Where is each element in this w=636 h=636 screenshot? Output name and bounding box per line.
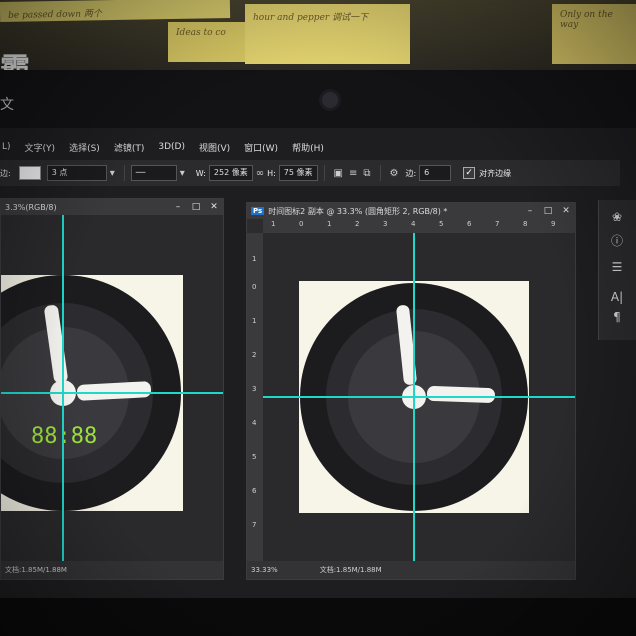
chevron-down-icon[interactable]: ▾	[180, 168, 185, 179]
sticky-note: hour and pepper 调试一下	[245, 4, 410, 64]
divider	[123, 165, 125, 181]
divider	[323, 165, 325, 181]
desk-area	[0, 598, 636, 636]
ruler-label: 5	[252, 453, 257, 461]
window-title-bar[interactable]: Ps 时间图标2 副本 @ 33.3% (圆角矩形 2, RGB/8) * – …	[247, 203, 575, 219]
digital-time-display: 88:88	[31, 424, 97, 449]
align-edges-checkbox[interactable]: ✓	[463, 167, 476, 179]
options-bar: 边: 3 点 ▾ ── ▾ W: 252 像素 ∞ H: 75 像素 ▣ ≡ ⧉…	[0, 160, 620, 186]
ruler-label: 9	[551, 220, 556, 228]
menu-help[interactable]: 帮助(H)	[292, 141, 324, 154]
canvas-area[interactable]: 88:88	[1, 215, 223, 563]
menu-type[interactable]: 文字(Y)	[25, 141, 56, 154]
character-icon[interactable]: A|	[599, 290, 635, 304]
width-field[interactable]: 252 像素	[208, 165, 253, 181]
adjustments-icon[interactable]: ☰	[599, 260, 635, 274]
guide-horizontal[interactable]	[1, 392, 223, 394]
menu-view[interactable]: 视图(V)	[199, 141, 230, 154]
window-title: 时间图标2 副本 @ 33.3% (圆角矩形 2, RGB/8) *	[268, 206, 448, 216]
stroke-width-field[interactable]: 3 点	[46, 165, 107, 181]
sticky-note: Only on the way	[552, 4, 636, 64]
ruler-label: 1	[271, 220, 276, 228]
window-title: 3.3%(RGB/8)	[5, 202, 57, 212]
canvas-area[interactable]	[263, 233, 575, 563]
document-size: 文档:1.85M/1.88M	[5, 566, 67, 574]
guide-vertical[interactable]	[62, 215, 64, 563]
chevron-down-icon[interactable]: ▾	[110, 168, 115, 179]
webcam	[322, 92, 338, 108]
ruler-label: 7	[252, 521, 257, 529]
side-panel: ❀ ⓘ ☰ A| ¶	[598, 200, 636, 340]
window-title-bar[interactable]: 3.3%(RGB/8) – □ ✕	[1, 199, 223, 215]
ruler-label: 6	[467, 220, 472, 228]
ruler-label: 2	[252, 351, 257, 359]
clock-artwork	[299, 281, 529, 513]
width-label: W:	[195, 168, 206, 178]
menu-select[interactable]: 选择(S)	[69, 141, 100, 154]
zoom-level[interactable]: 33.33%	[251, 566, 278, 574]
ruler-label: 3	[383, 220, 388, 228]
clock-artwork: 88:88	[1, 275, 183, 511]
document-size: 文档:1.85M/1.88M	[319, 566, 382, 574]
ruler-label: 0	[252, 283, 257, 291]
ruler-label: 1	[327, 220, 332, 228]
maximize-button[interactable]: □	[539, 206, 557, 216]
horizontal-ruler[interactable]: 1 0 1 2 3 4 5 6 7 8 9	[263, 219, 575, 233]
swatches-icon[interactable]: ❀	[599, 210, 635, 224]
ruler-label: 7	[495, 220, 500, 228]
ruler-label: 8	[523, 220, 528, 228]
menu-bar: L) 文字(Y) 选择(S) 滤镜(T) 3D(D) 视图(V) 窗口(W) 帮…	[0, 136, 622, 158]
menu-filter[interactable]: 滤镜(T)	[114, 141, 145, 154]
stroke-label: 边:	[0, 168, 11, 178]
path-operations-icon[interactable]: ▣	[334, 168, 343, 179]
minimize-button[interactable]: –	[521, 206, 539, 216]
ruler-label: 6	[252, 487, 257, 495]
menu-window[interactable]: 窗口(W)	[244, 141, 278, 154]
photoshop-icon: Ps	[251, 207, 265, 215]
link-icon[interactable]: ∞	[256, 168, 264, 179]
ruler-label: 1	[252, 255, 257, 263]
menu-layer[interactable]: L)	[2, 142, 11, 152]
minute-hand	[426, 386, 495, 403]
path-alignment-icon[interactable]: ≡	[349, 168, 357, 179]
ruler-label: 4	[252, 419, 257, 427]
monitor-bezel	[0, 70, 636, 128]
wall-subtext: 文	[0, 97, 14, 113]
sides-label: 边:	[405, 168, 417, 178]
ruler-label: 0	[299, 220, 304, 228]
status-bar: 文档:1.85M/1.88M	[1, 561, 223, 579]
document-window-right[interactable]: Ps 时间图标2 副本 @ 33.3% (圆角矩形 2, RGB/8) * – …	[246, 202, 576, 580]
paragraph-icon[interactable]: ¶	[599, 310, 635, 324]
guide-vertical[interactable]	[413, 233, 415, 563]
status-bar: 33.33% 文档:1.85M/1.88M	[247, 561, 575, 579]
ruler-label: 4	[411, 220, 416, 228]
divider	[379, 165, 381, 181]
stroke-style-dropdown[interactable]: ──	[130, 165, 177, 181]
ruler-label: 3	[252, 385, 257, 393]
height-field[interactable]: 75 像素	[278, 165, 318, 181]
minimize-button[interactable]: –	[169, 202, 187, 212]
align-edges-label: 对齐边缘	[479, 168, 512, 178]
close-button[interactable]: ✕	[557, 206, 575, 216]
guide-horizontal[interactable]	[263, 396, 575, 398]
path-arrangement-icon[interactable]: ⧉	[363, 168, 370, 179]
gear-icon[interactable]: ⚙	[390, 168, 399, 179]
maximize-button[interactable]: □	[187, 202, 205, 212]
info-icon[interactable]: ⓘ	[599, 232, 635, 249]
ruler-label: 2	[355, 220, 360, 228]
ruler-label: 1	[252, 317, 257, 325]
ruler-label: 5	[439, 220, 444, 228]
menu-3d[interactable]: 3D(D)	[158, 142, 185, 152]
document-window-left[interactable]: 3.3%(RGB/8) – □ ✕ 88:88 文档:1.85M/1.88M	[0, 198, 224, 580]
stroke-color-swatch[interactable]	[18, 166, 41, 180]
sides-field[interactable]: 6	[419, 165, 452, 181]
close-button[interactable]: ✕	[205, 202, 223, 212]
height-label: H:	[267, 168, 276, 178]
vertical-ruler[interactable]: 1 0 1 2 3 4 5 6 7	[247, 233, 263, 561]
